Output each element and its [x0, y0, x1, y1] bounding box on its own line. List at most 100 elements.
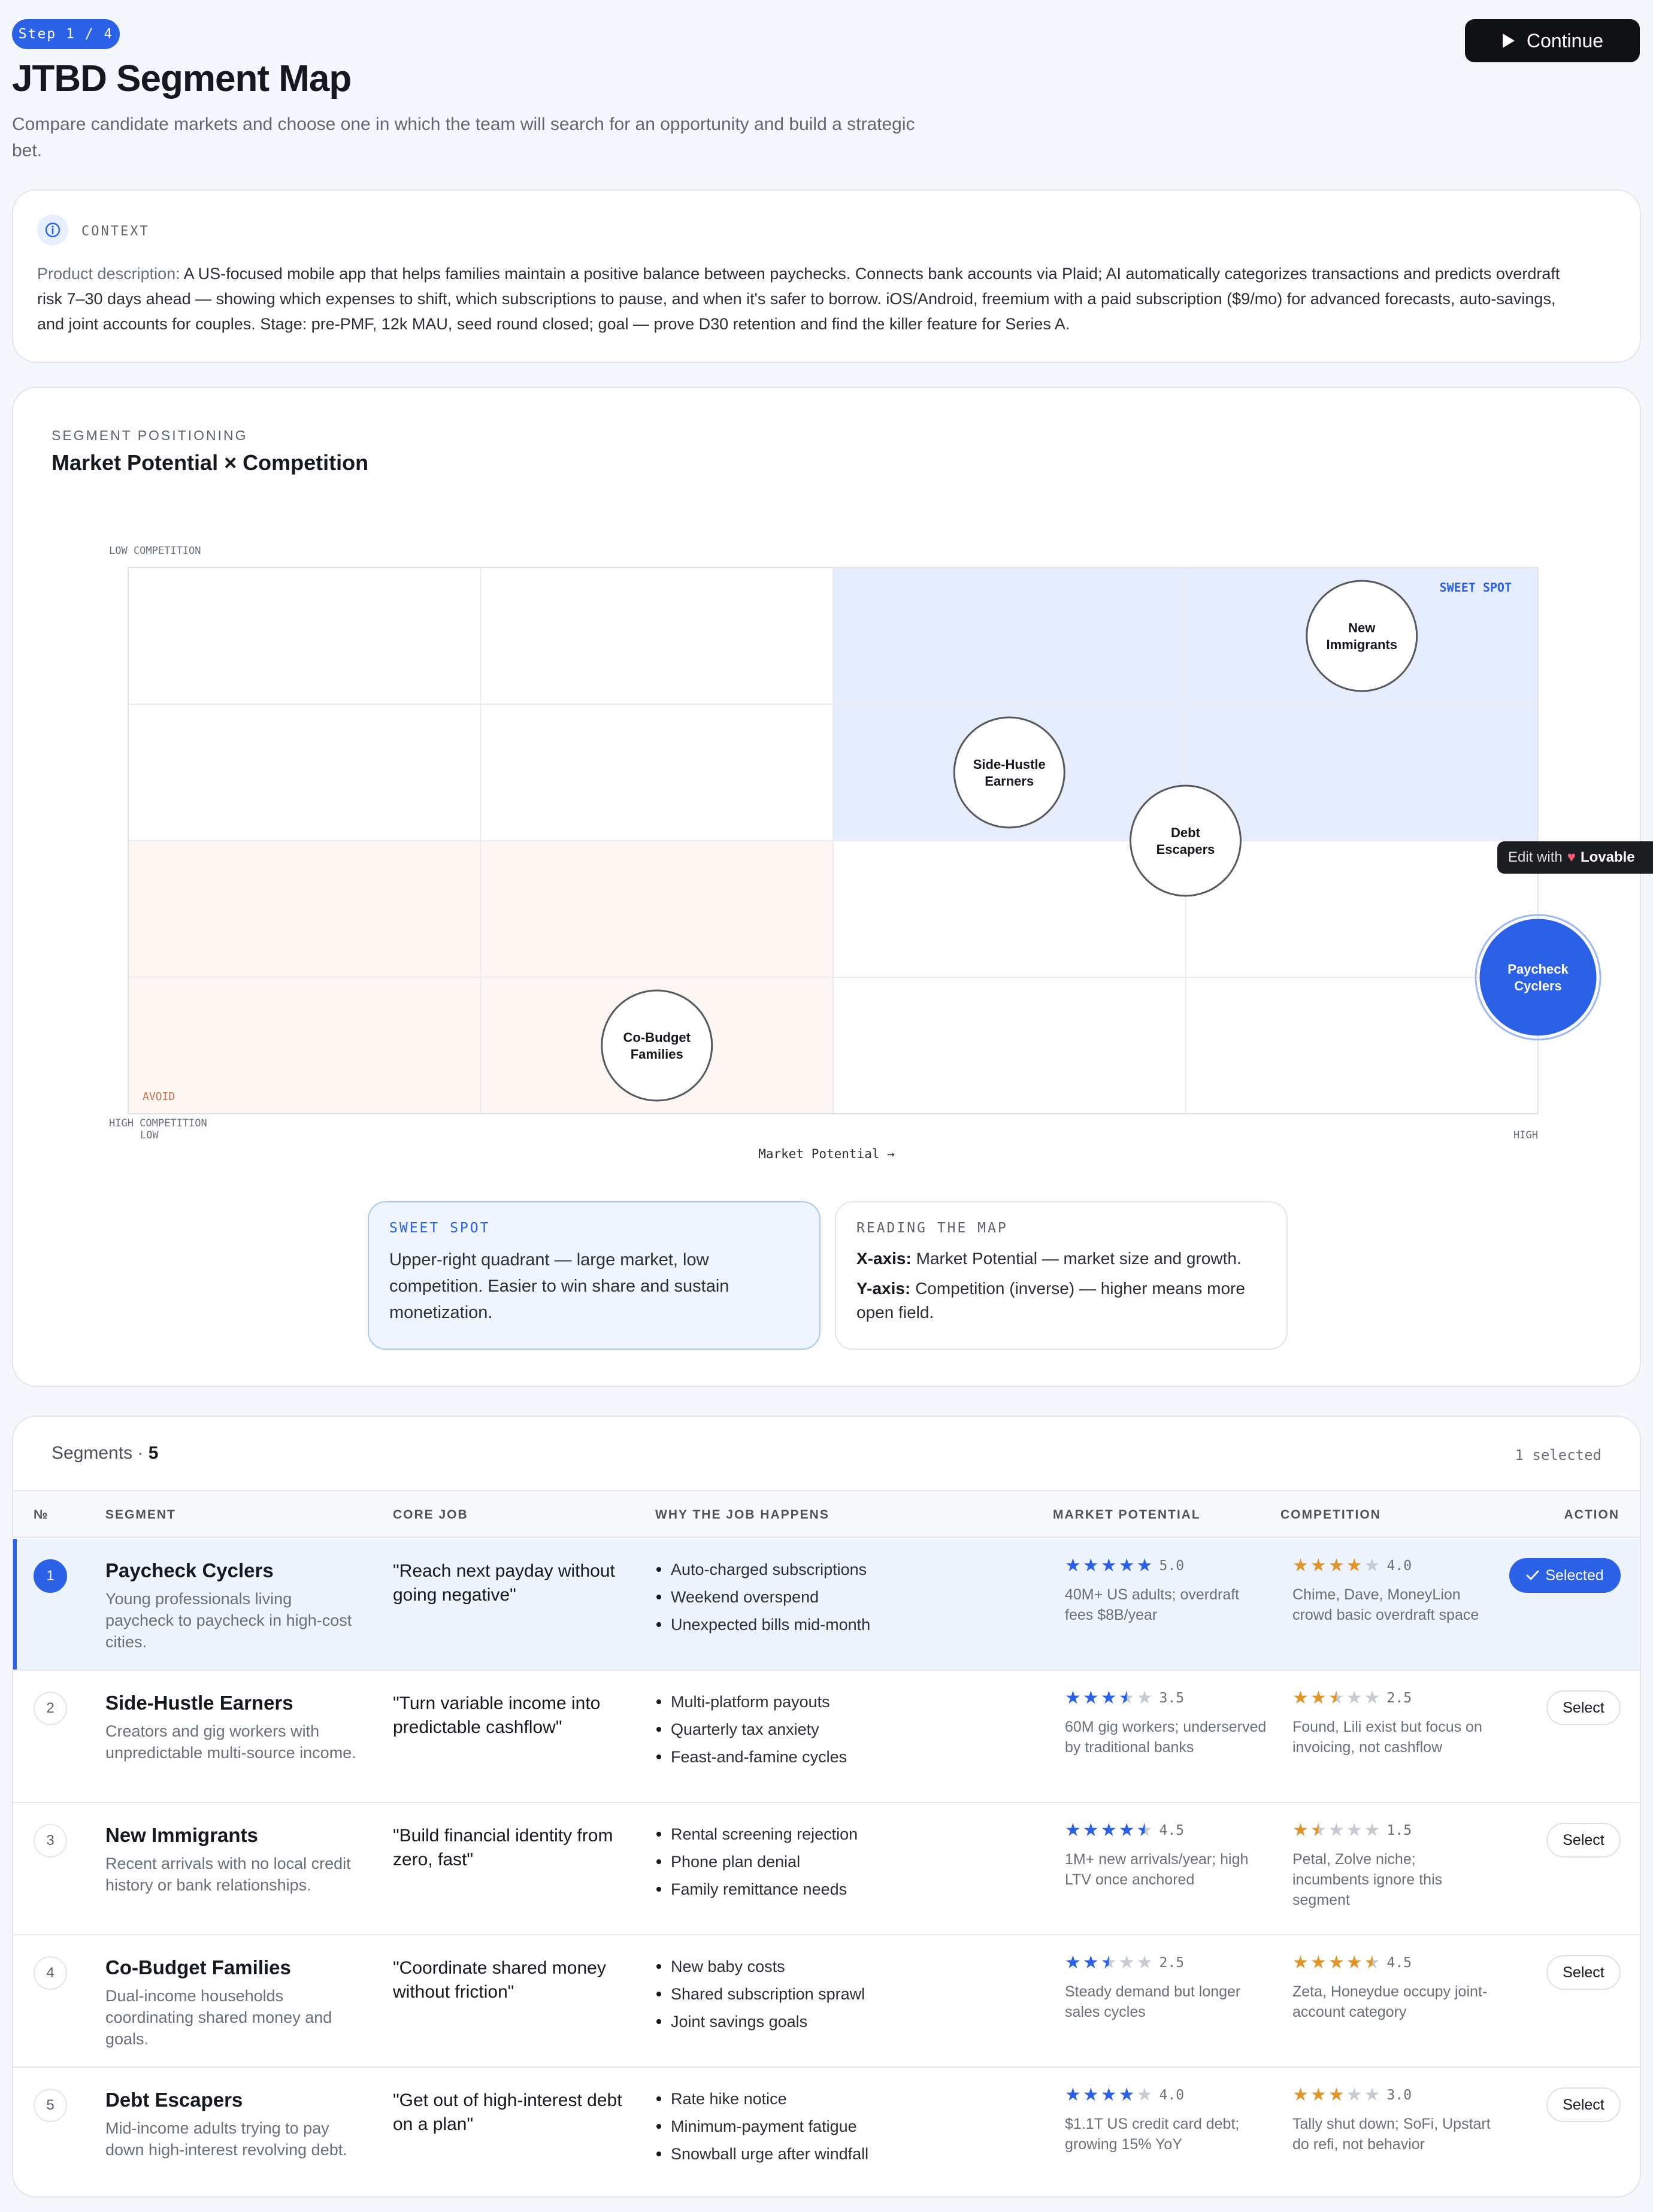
context-prefix: Product description: [37, 265, 180, 283]
reading-map-label: READING THE MAP [856, 1220, 1008, 1236]
competition-score: 3.0 [1386, 2087, 1412, 2103]
x-axis-explanation: X-axis: Market Potential — market size a… [856, 1247, 1266, 1271]
competition-score: 4.5 [1386, 1955, 1412, 1971]
competition-star-icon: ★ [1346, 1820, 1363, 1840]
market-potential-star-icon: ★ [1065, 2085, 1081, 2105]
segments-table-card: Segments · 5 1 selected № SEGMENT CORE J… [12, 1416, 1641, 2198]
why-item: Quarterly tax anxiety [655, 1716, 847, 1743]
why-item: Feast-and-famine cycles [655, 1743, 847, 1771]
segment-point-label-line: Families [631, 1047, 683, 1062]
segment-name: Co-Budget Families [105, 1956, 291, 1978]
competition-star-icon: ★ [1328, 1556, 1345, 1575]
market-potential-star-icon: ★ [1118, 1820, 1135, 1840]
market-potential-star-icon: ★ [1082, 1688, 1099, 1708]
segment-point-label-line: Paycheck [1507, 962, 1569, 977]
core-job: "Reach next payday without going negativ… [393, 1561, 615, 1605]
market-potential-star-icon: ★ [1082, 1820, 1099, 1840]
reading-map-info: READING THE MAP X-axis: Market Potential… [835, 1201, 1288, 1350]
row-number: 1 [34, 1559, 67, 1593]
competition-star-icon: ★ [1292, 2085, 1309, 2105]
context-card: CONTEXT Product description: A US-focuse… [12, 189, 1641, 363]
market-potential-note: Steady demand but longer sales cycles [1065, 1983, 1241, 2020]
competition-rating: ★ ★ ★ ★ ★ 4.0 [1292, 1556, 1412, 1576]
selected-button[interactable]: Selected [1509, 1558, 1621, 1593]
context-label: CONTEXT [81, 224, 150, 239]
market-potential-score: 4.5 [1159, 1823, 1185, 1838]
continue-button[interactable]: Continue [1465, 19, 1640, 62]
competition-score: 4.0 [1386, 1558, 1412, 1574]
segment-point-label-line: Immigrants [1326, 637, 1397, 652]
market-potential-star-icon: ★ [1082, 1953, 1099, 1972]
market-potential-star-icon: ★ [1065, 1688, 1081, 1708]
competition-star-icon: ★ [1310, 1820, 1327, 1840]
why-item: Joint savings goals [655, 2008, 865, 2035]
select-button[interactable]: Select [1546, 1955, 1621, 1990]
segment-point-label-line: Escapers [1157, 842, 1215, 857]
segment-point [1479, 919, 1597, 1036]
competition-star-icon: ★ [1328, 1820, 1345, 1840]
competition-note: Tally shut down; SoFi, Upstart do refi, … [1292, 2116, 1491, 2153]
market-potential-star-icon: ★ [1136, 2085, 1153, 2105]
segments-count: 5 [148, 1443, 159, 1463]
market-potential-star-icon: ★ [1118, 1556, 1135, 1575]
select-button[interactable]: Select [1546, 1690, 1621, 1725]
why-list: Rate hike notice Minimum-payment fatigue S… [655, 2085, 868, 2168]
col-segment: SEGMENT [105, 1508, 176, 1522]
market-potential-rating: ★ ★ ★ ★ ★ 3.5 [1065, 1688, 1184, 1708]
col-market-potential: MARKET POTENTIAL [1053, 1508, 1201, 1522]
competition-star-icon: ★ [1310, 1556, 1327, 1575]
competition-star-icon: ★ [1292, 1820, 1309, 1840]
competition-star-icon: ★ [1364, 1556, 1380, 1575]
segment-point-label-line: Co-Budget [623, 1030, 691, 1045]
sweet-spot-info-label: SWEET SPOT [389, 1220, 491, 1236]
segment-map-chart: SWEET SPOT AVOID LOW COMPETITION HIGH CO… [109, 545, 1601, 1161]
market-potential-note: 1M+ new arrivals/year; high LTV once anc… [1065, 1851, 1249, 1888]
sweet-spot-info-text: Upper-right quadrant — large market, low… [389, 1250, 729, 1322]
select-button[interactable]: Select [1546, 1823, 1621, 1858]
edit-with-lovable-button[interactable]: Edit with ♥ Lovable [1497, 841, 1653, 874]
context-text: Product description: A US-focused mobile… [37, 261, 1586, 337]
table-row: 4 Co-Budget Families Dual-income household… [13, 1936, 1640, 2068]
segment-point [601, 989, 713, 1102]
why-item: Unexpected bills mid-month [655, 1611, 870, 1638]
competition-rating: ★ ★ ★ ★ ★ 4.5 [1292, 1953, 1412, 1973]
segment-name: Paycheck Cyclers [105, 1559, 274, 1581]
market-potential-star-icon: ★ [1100, 2085, 1117, 2105]
market-potential-star-icon: ★ [1082, 2085, 1099, 2105]
market-potential-star-icon: ★ [1136, 1688, 1153, 1708]
action-label: Select [1563, 1963, 1604, 1981]
x-tick-low: LOW [140, 1129, 159, 1141]
market-potential-star-icon: ★ [1136, 1556, 1153, 1575]
action-label: Selected [1545, 1566, 1604, 1584]
select-button[interactable]: Select [1546, 2087, 1621, 2122]
market-potential-star-icon: ★ [1136, 1820, 1153, 1840]
table-header: № SEGMENT CORE JOB WHY THE JOB HAPPENS M… [13, 1490, 1640, 1538]
market-potential-rating: ★ ★ ★ ★ ★ 4.5 [1065, 1820, 1184, 1841]
segment-point-label-line: Cyclers [1514, 978, 1562, 993]
sweet-spot-label: SWEET SPOT [1440, 580, 1512, 595]
col-action: ACTION [1564, 1508, 1619, 1522]
competition-star-icon: ★ [1292, 1688, 1309, 1708]
segments-heading: Segments · 5 [52, 1443, 159, 1463]
competition-note: Found, Lili exist but focus on invoicing… [1292, 1719, 1482, 1756]
competition-note: Petal, Zolve niche; incumbents ignore th… [1292, 1851, 1443, 1908]
competition-star-icon: ★ [1310, 1953, 1327, 1972]
avoid-label: AVOID [143, 1090, 175, 1103]
row-number: 4 [34, 1956, 67, 1990]
market-potential-note: $1.1T US credit card debt; growing 15% Y… [1065, 2116, 1240, 2153]
market-potential-star-icon: ★ [1100, 1556, 1117, 1575]
market-potential-star-icon: ★ [1065, 1556, 1081, 1575]
segment-point [1306, 580, 1418, 692]
market-potential-star-icon: ★ [1118, 1953, 1135, 1972]
x-axis-text: Market Potential — market size and growt… [916, 1249, 1242, 1268]
competition-star-icon: ★ [1328, 1688, 1345, 1708]
page-title: JTBD Segment Map [12, 58, 352, 99]
action-label: Select [1563, 1699, 1604, 1716]
competition-star-icon: ★ [1346, 1556, 1363, 1575]
competition-star-icon: ★ [1328, 2085, 1345, 2105]
lovable-brand: Lovable [1580, 849, 1635, 865]
row-number: 2 [34, 1692, 67, 1725]
market-potential-star-icon: ★ [1082, 1556, 1099, 1575]
page-subtitle: Compare candidate markets and choose one… [12, 114, 915, 160]
why-item: Rental screening rejection [655, 1820, 858, 1848]
